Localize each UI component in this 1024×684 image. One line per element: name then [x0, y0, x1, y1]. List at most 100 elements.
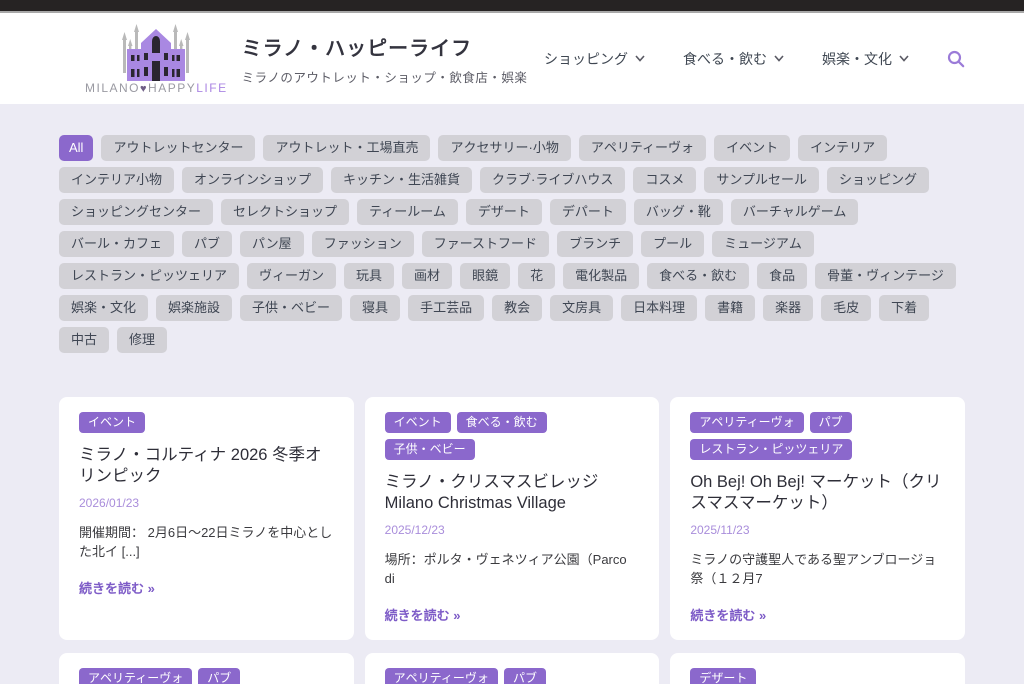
filter-tag[interactable]: 娯楽・文化 [59, 295, 148, 321]
cards-grid: イベント ミラノ・コルティナ 2026 冬季オリンピック 2026/01/23 … [59, 397, 965, 684]
filter-tag[interactable]: ティールーム [357, 199, 458, 225]
filter-tag[interactable]: ファッション [312, 231, 414, 257]
card-title[interactable]: Oh Bej! Oh Bej! マーケット（クリスマスマーケット） [690, 472, 945, 515]
filter-tag[interactable]: 手工芸品 [408, 295, 484, 321]
site-logo[interactable]: MILANO♥HAPPYLIFE [85, 23, 228, 95]
filter-tag[interactable]: バッグ・靴 [634, 199, 723, 225]
search-button[interactable] [947, 50, 965, 68]
category-badge[interactable]: デザート [690, 668, 756, 684]
site-tagline: ミラノのアウトレット・ショップ・飲食店・娯楽 [242, 67, 528, 86]
card-badges: イベント食べる・飲む子供・ベビー [385, 412, 640, 460]
category-badge[interactable]: イベント [385, 412, 451, 433]
filter-tag[interactable]: 眼鏡 [460, 263, 510, 289]
filter-tag[interactable]: ミュージアム [712, 231, 814, 257]
filter-tag[interactable]: 日本料理 [621, 295, 697, 321]
filter-tag[interactable]: デパート [550, 199, 626, 225]
search-icon [947, 50, 965, 68]
filter-tag[interactable]: 文房具 [550, 295, 613, 321]
filter-tag[interactable]: 楽器 [763, 295, 813, 321]
card-badges: イベント [79, 412, 334, 433]
chevron-down-icon [635, 55, 645, 62]
filter-tag[interactable]: 娯楽施設 [156, 295, 232, 321]
heart-icon: ♥ [140, 83, 148, 95]
category-badge[interactable]: パブ [504, 668, 546, 684]
filter-tag[interactable]: オンラインショップ [182, 167, 323, 193]
filter-tag[interactable]: サンプルセール [704, 167, 819, 193]
article-card: アペリティーヴォパブレストラン・ピッツェリア Oh Bej! Oh Bej! マ… [670, 397, 965, 640]
filter-tag[interactable]: 画材 [402, 263, 452, 289]
filter-tag[interactable]: キッチン・生活雑貨 [331, 167, 472, 193]
filter-tag[interactable]: 毛皮 [821, 295, 871, 321]
card-badges: アペリティーヴォパブレストラン・ピッツェリア [79, 668, 334, 684]
filter-tag[interactable]: クラブ·ライブハウス [480, 167, 625, 193]
filter-tag[interactable]: ファーストフード [422, 231, 549, 257]
card-badges: デザート [690, 668, 945, 684]
read-more-link[interactable]: 続きを読む » [385, 605, 640, 624]
chevron-down-icon [899, 55, 909, 62]
filter-tag[interactable]: アウトレット・工場直売 [263, 135, 430, 161]
filter-tag[interactable]: 修理 [117, 327, 167, 353]
filter-tag[interactable]: イベント [714, 135, 790, 161]
filter-tag[interactable]: インテリア小物 [59, 167, 174, 193]
category-badge[interactable]: 子供・ベビー [385, 439, 475, 460]
category-badge[interactable]: パブ [810, 412, 852, 433]
filter-tag[interactable]: セレクトショップ [221, 199, 349, 225]
filter-tag[interactable]: 下着 [879, 295, 929, 321]
filter-tag[interactable]: 電化製品 [563, 263, 639, 289]
filter-tag[interactable]: ヴィーガン [247, 263, 336, 289]
filter-tag[interactable]: パブ [182, 231, 232, 257]
filter-tag[interactable]: 書籍 [705, 295, 755, 321]
filter-tag[interactable]: 食品 [757, 263, 807, 289]
filter-tag[interactable]: 教会 [492, 295, 542, 321]
read-more-link[interactable]: 続きを読む » [79, 578, 334, 597]
filter-tag[interactable]: ショッピングセンター [59, 199, 213, 225]
filter-bar: All アウトレットセンターアウトレット・工場直売アクセサリー·小物アペリティーヴ… [59, 135, 965, 353]
filter-tag[interactable]: ブランチ [557, 231, 633, 257]
filter-tag[interactable]: ショッピング [827, 167, 929, 193]
site-title[interactable]: ミラノ・ハッピーライフ [242, 32, 528, 61]
filter-tag[interactable]: パン屋 [240, 231, 304, 257]
article-card: イベント食べる・飲む子供・ベビー ミラノ・クリスマスビレッジ Milano Ch… [365, 397, 660, 640]
filter-tag[interactable]: 玩具 [344, 263, 394, 289]
category-badge[interactable]: アペリティーヴォ [690, 412, 803, 433]
article-card: イベント ミラノ・コルティナ 2026 冬季オリンピック 2026/01/23 … [59, 397, 354, 640]
filter-tag[interactable]: アクセサリー·小物 [438, 135, 570, 161]
topbar [0, 0, 1024, 13]
filter-tag[interactable]: バーチャルゲーム [731, 199, 858, 225]
nav-item-entertainment-culture[interactable]: 娯楽・文化 [822, 49, 909, 69]
filter-tag[interactable]: レストラン・ピッツェリア [59, 263, 239, 289]
duomo-cathedral-icon [110, 23, 202, 83]
category-badge[interactable]: レストラン・ピッツェリア [690, 439, 852, 460]
filter-tag[interactable]: デザート [466, 199, 542, 225]
filter-tag[interactable]: アウトレットセンター [101, 135, 255, 161]
filter-tag[interactable]: コスメ [633, 167, 696, 193]
card-title[interactable]: ミラノ・クリスマスビレッジ Milano Christmas Village [385, 472, 640, 515]
article-card: デザート ヒロミ ケーク Hiromi Cake 2025/08/23 ローマ発… [670, 653, 965, 684]
nav-item-eat-drink[interactable]: 食べる・飲む [683, 49, 784, 69]
filter-tag[interactable]: プール [641, 231, 704, 257]
nav-item-shopping[interactable]: ショッピング [544, 49, 645, 69]
chevron-down-icon [774, 55, 784, 62]
card-title[interactable]: ミラノ・コルティナ 2026 冬季オリンピック [79, 445, 334, 488]
card-excerpt: 場所：ポルタ・ヴェネツィア公園（Parco di [385, 551, 640, 589]
card-excerpt: 開催期間： 2月6日〜22日ミラノを中心とした北イ [...] [79, 524, 334, 562]
filter-tag[interactable]: 食べる・飲む [647, 263, 749, 289]
card-badges: アペリティーヴォパブレストラン・ピッツェリア [690, 412, 945, 460]
category-badge[interactable]: 食べる・飲む [457, 412, 547, 433]
category-badge[interactable]: パブ [198, 668, 240, 684]
filter-tag[interactable]: 寝具 [350, 295, 400, 321]
filter-tag[interactable]: 中古 [59, 327, 109, 353]
read-more-link[interactable]: 続きを読む » [690, 605, 945, 624]
filter-tag[interactable]: インテリア [798, 135, 887, 161]
filter-tag[interactable]: All [59, 135, 93, 161]
filter-tag[interactable]: 骨董・ヴィンテージ [815, 263, 956, 289]
filter-tag[interactable]: 花 [518, 263, 555, 289]
card-excerpt: ミラノの守護聖人である聖アンブロージョ祭（１２月7 [690, 551, 945, 589]
filter-tag[interactable]: アペリティーヴォ [579, 135, 706, 161]
category-badge[interactable]: イベント [79, 412, 145, 433]
filter-tag[interactable]: バール・カフェ [59, 231, 174, 257]
category-badge[interactable]: アペリティーヴォ [385, 668, 498, 684]
filter-tag[interactable]: 子供・ベビー [240, 295, 342, 321]
category-badge[interactable]: アペリティーヴォ [79, 668, 192, 684]
article-card: アペリティーヴォパブレストラン・ピッツェリア ソーニ Sogni 2025/09… [365, 653, 660, 684]
